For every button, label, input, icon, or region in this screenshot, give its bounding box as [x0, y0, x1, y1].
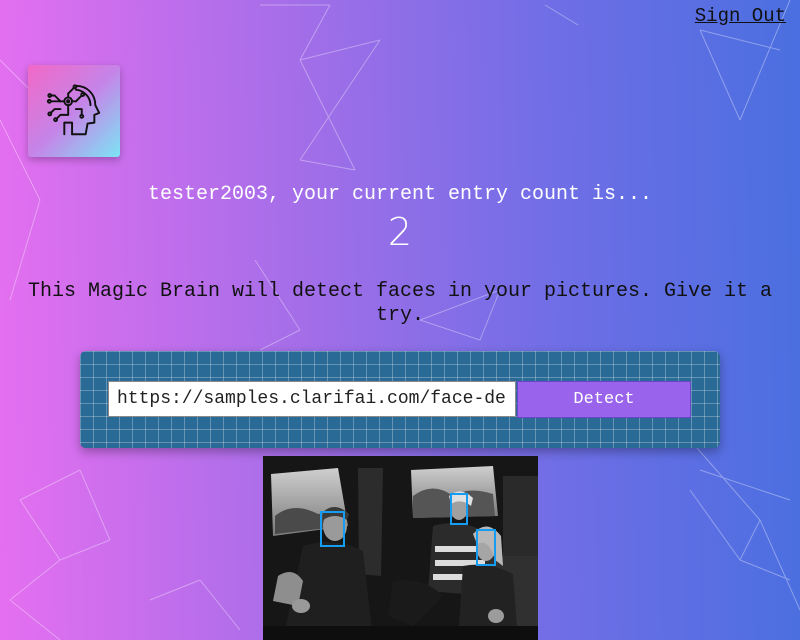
face-box — [320, 511, 345, 547]
rank-message: tester2003, your current entry count is.… — [147, 183, 653, 206]
entry-count: 2 — [387, 210, 413, 254]
logo[interactable] — [28, 65, 120, 157]
face-box — [450, 493, 468, 525]
sign-out-link[interactable]: Sign Out — [695, 5, 786, 27]
intro-text: This Magic Brain will detect faces in yo… — [27, 280, 773, 327]
detect-button[interactable]: Detect — [517, 381, 691, 418]
image-link-form: Detect — [80, 351, 720, 448]
face-box — [476, 529, 496, 566]
result-photo — [263, 456, 538, 640]
brain-circuit-head-icon — [46, 84, 101, 136]
result-image — [263, 456, 538, 640]
image-url-input[interactable] — [108, 381, 516, 417]
